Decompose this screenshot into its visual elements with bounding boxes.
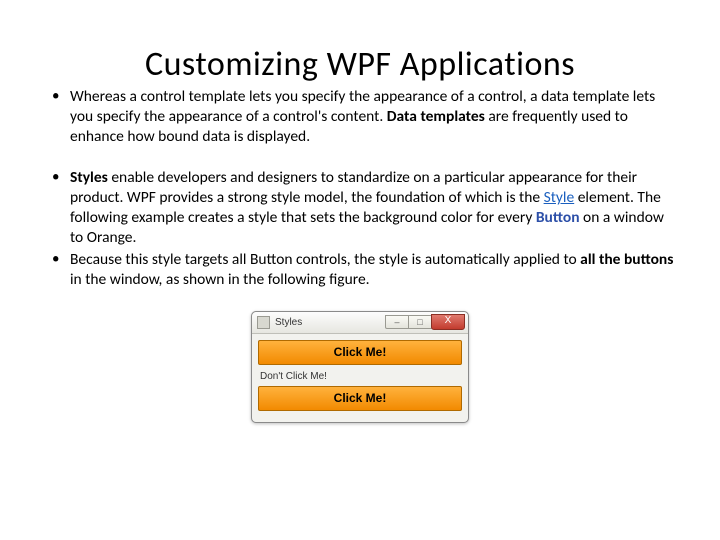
example-window: Styles – □ X Click Me! Don't Click Me! C… (251, 311, 469, 423)
text-bold: Data templates (387, 107, 485, 126)
bullet-applied-style: Because this style targets all Button co… (48, 250, 680, 290)
slide-title: Customizing WPF Applications (40, 44, 680, 85)
text: in the window, as shown in the following… (70, 270, 370, 289)
style-link[interactable]: Style (544, 188, 575, 207)
window-titlebar: Styles – □ X (252, 312, 468, 334)
static-label: Don't Click Me! (258, 370, 462, 386)
bullet-styles: Styles enable developers and designers t… (48, 168, 680, 247)
close-button[interactable]: X (431, 314, 465, 330)
text-bold: Styles (70, 168, 108, 187)
bullet-list: Whereas a control template lets you spec… (40, 87, 680, 289)
minimize-button[interactable]: – (385, 315, 409, 329)
text: Because this style targets all Button co… (70, 250, 580, 269)
text-bold: all the buttons (580, 250, 673, 269)
orange-button-1[interactable]: Click Me! (258, 340, 462, 365)
orange-button-2[interactable]: Click Me! (258, 386, 462, 411)
window-icon (257, 316, 270, 329)
bullet-data-templates: Whereas a control template lets you spec… (48, 87, 680, 146)
maximize-button[interactable]: □ (408, 315, 432, 329)
window-client-area: Click Me! Don't Click Me! Click Me! (252, 334, 468, 422)
window-controls: – □ X (386, 315, 465, 330)
window-title: Styles (275, 317, 386, 328)
text-bold-blue: Button (536, 208, 580, 227)
